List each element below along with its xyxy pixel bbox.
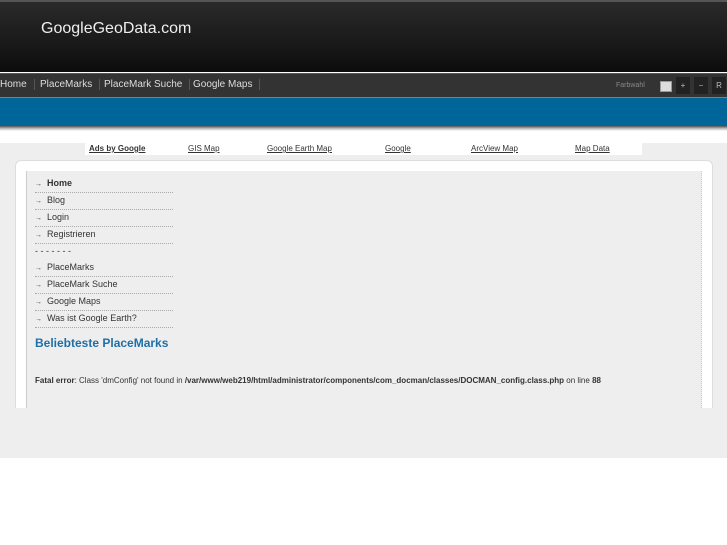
divider (0, 126, 727, 131)
section-heading: Beliebteste PlaceMarks (35, 336, 169, 350)
side-menu: → Home → Blog → Login → Registrieren - - - -… (35, 176, 173, 328)
blue-banner (0, 97, 727, 126)
arrow-icon: → (35, 232, 42, 239)
color-choice-label: Farbwahl (616, 82, 645, 89)
ad-link[interactable]: ArcView Map (471, 144, 518, 153)
error-message: Fatal error: Class 'dmConfig' not found … (35, 376, 601, 385)
menu-item-home[interactable]: → Home (35, 176, 173, 193)
font-reset-button[interactable]: R (712, 77, 726, 94)
ad-link[interactable]: Map Data (575, 144, 610, 153)
menu-item-placemark-suche[interactable]: → PlaceMark Suche (35, 277, 173, 294)
arrow-icon: → (35, 282, 42, 289)
site-title[interactable]: GoogleGeoData.com (41, 20, 191, 38)
content-box: → Home → Blog → Login → Registrieren - - - -… (15, 160, 713, 408)
color-swatch[interactable] (660, 81, 672, 92)
arrow-icon: → (35, 316, 42, 323)
nav-google-maps[interactable]: Google Maps (193, 79, 261, 90)
menu-separator: - - - - - - - (35, 246, 71, 256)
font-decrease-button[interactable]: − (694, 77, 708, 94)
header: GoogleGeoData.com (0, 0, 727, 72)
arrow-icon: → (35, 265, 42, 272)
ad-link[interactable]: GIS Map (188, 144, 220, 153)
menu-item-login[interactable]: → Login (35, 210, 173, 227)
ad-links-bar: Ads by Google GIS Map Google Earth Map G… (85, 143, 642, 155)
menu-item-placemarks[interactable]: → PlaceMarks (35, 260, 173, 277)
nav-placemark-suche[interactable]: PlaceMark Suche (104, 79, 191, 90)
page-body: Ads by Google GIS Map Google Earth Map G… (0, 143, 727, 458)
ads-by-google[interactable]: Ads by Google (89, 144, 145, 153)
arrow-icon: → (35, 299, 42, 306)
menu-item-google-earth[interactable]: → Was ist Google Earth? (35, 311, 173, 328)
ad-link[interactable]: Google Earth Map (267, 144, 332, 153)
arrow-icon: → (35, 181, 42, 188)
font-increase-button[interactable]: + (676, 77, 690, 94)
main-nav: Home PlaceMarks PlaceMark Suche Google M… (0, 73, 727, 97)
menu-item-google-maps[interactable]: → Google Maps (35, 294, 173, 311)
arrow-icon: → (35, 215, 42, 222)
menu-item-registrieren[interactable]: → Registrieren (35, 227, 173, 244)
nav-home[interactable]: Home (0, 79, 35, 90)
nav-placemarks[interactable]: PlaceMarks (40, 79, 101, 90)
arrow-icon: → (35, 198, 42, 205)
ad-link[interactable]: Google (385, 144, 411, 153)
menu-item-blog[interactable]: → Blog (35, 193, 173, 210)
